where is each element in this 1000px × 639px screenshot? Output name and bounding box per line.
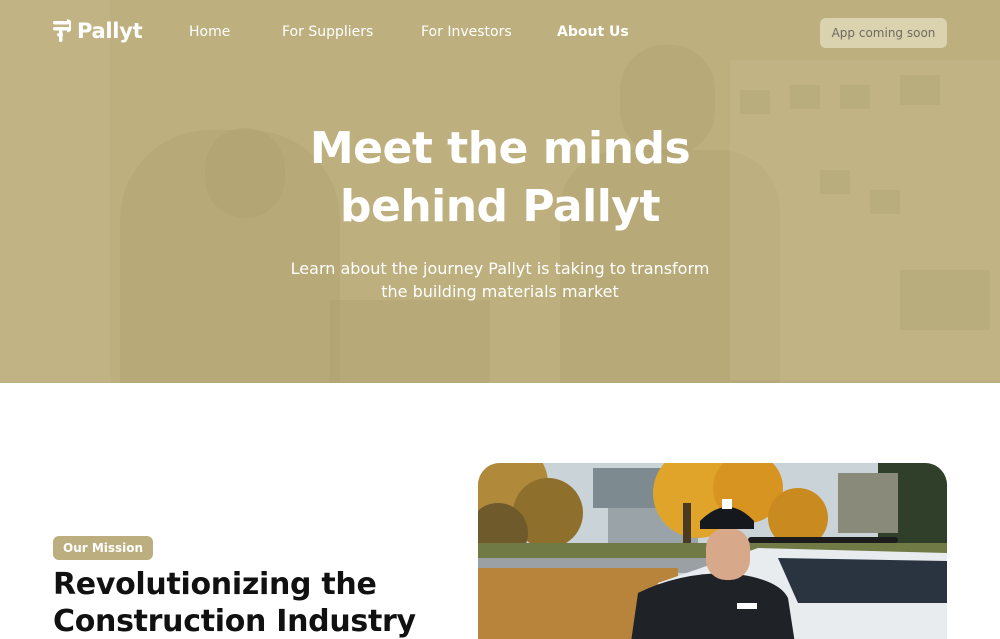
nav-home[interactable]: Home xyxy=(189,24,230,40)
top-navigation: Pallyt Home For Suppliers For Investors … xyxy=(0,0,1000,66)
mission-title-line-1: Revolutionizing the xyxy=(53,567,377,602)
logo[interactable]: Pallyt xyxy=(53,19,143,43)
mission-title: Revolutionizing the Construction Industr… xyxy=(53,566,453,639)
hero-subtitle: Learn about the journey Pallyt is taking… xyxy=(0,257,1000,303)
hero-subtitle-line-1: Learn about the journey Pallyt is taking… xyxy=(290,259,710,278)
nav-for-suppliers[interactable]: For Suppliers xyxy=(282,24,373,40)
mission-title-line-2: Construction Industry xyxy=(53,604,416,639)
hero-title-line-2: behind Pallyt xyxy=(339,181,661,232)
hero-title: Meet the minds behind Pallyt xyxy=(0,120,1000,236)
hero-title-line-1: Meet the minds xyxy=(309,123,691,174)
app-coming-soon-button[interactable]: App coming soon xyxy=(820,18,947,48)
founder-photo xyxy=(478,463,947,639)
nav-about-us[interactable]: About Us xyxy=(557,24,629,40)
hero-section: Pallyt Home For Suppliers For Investors … xyxy=(0,0,1000,383)
nav-for-investors[interactable]: For Investors xyxy=(421,24,512,40)
mission-badge: Our Mission xyxy=(53,536,154,560)
logo-text: Pallyt xyxy=(77,19,143,43)
hero-subtitle-line-2: the building materials market xyxy=(381,282,619,301)
pallyt-logo-icon xyxy=(53,19,71,42)
